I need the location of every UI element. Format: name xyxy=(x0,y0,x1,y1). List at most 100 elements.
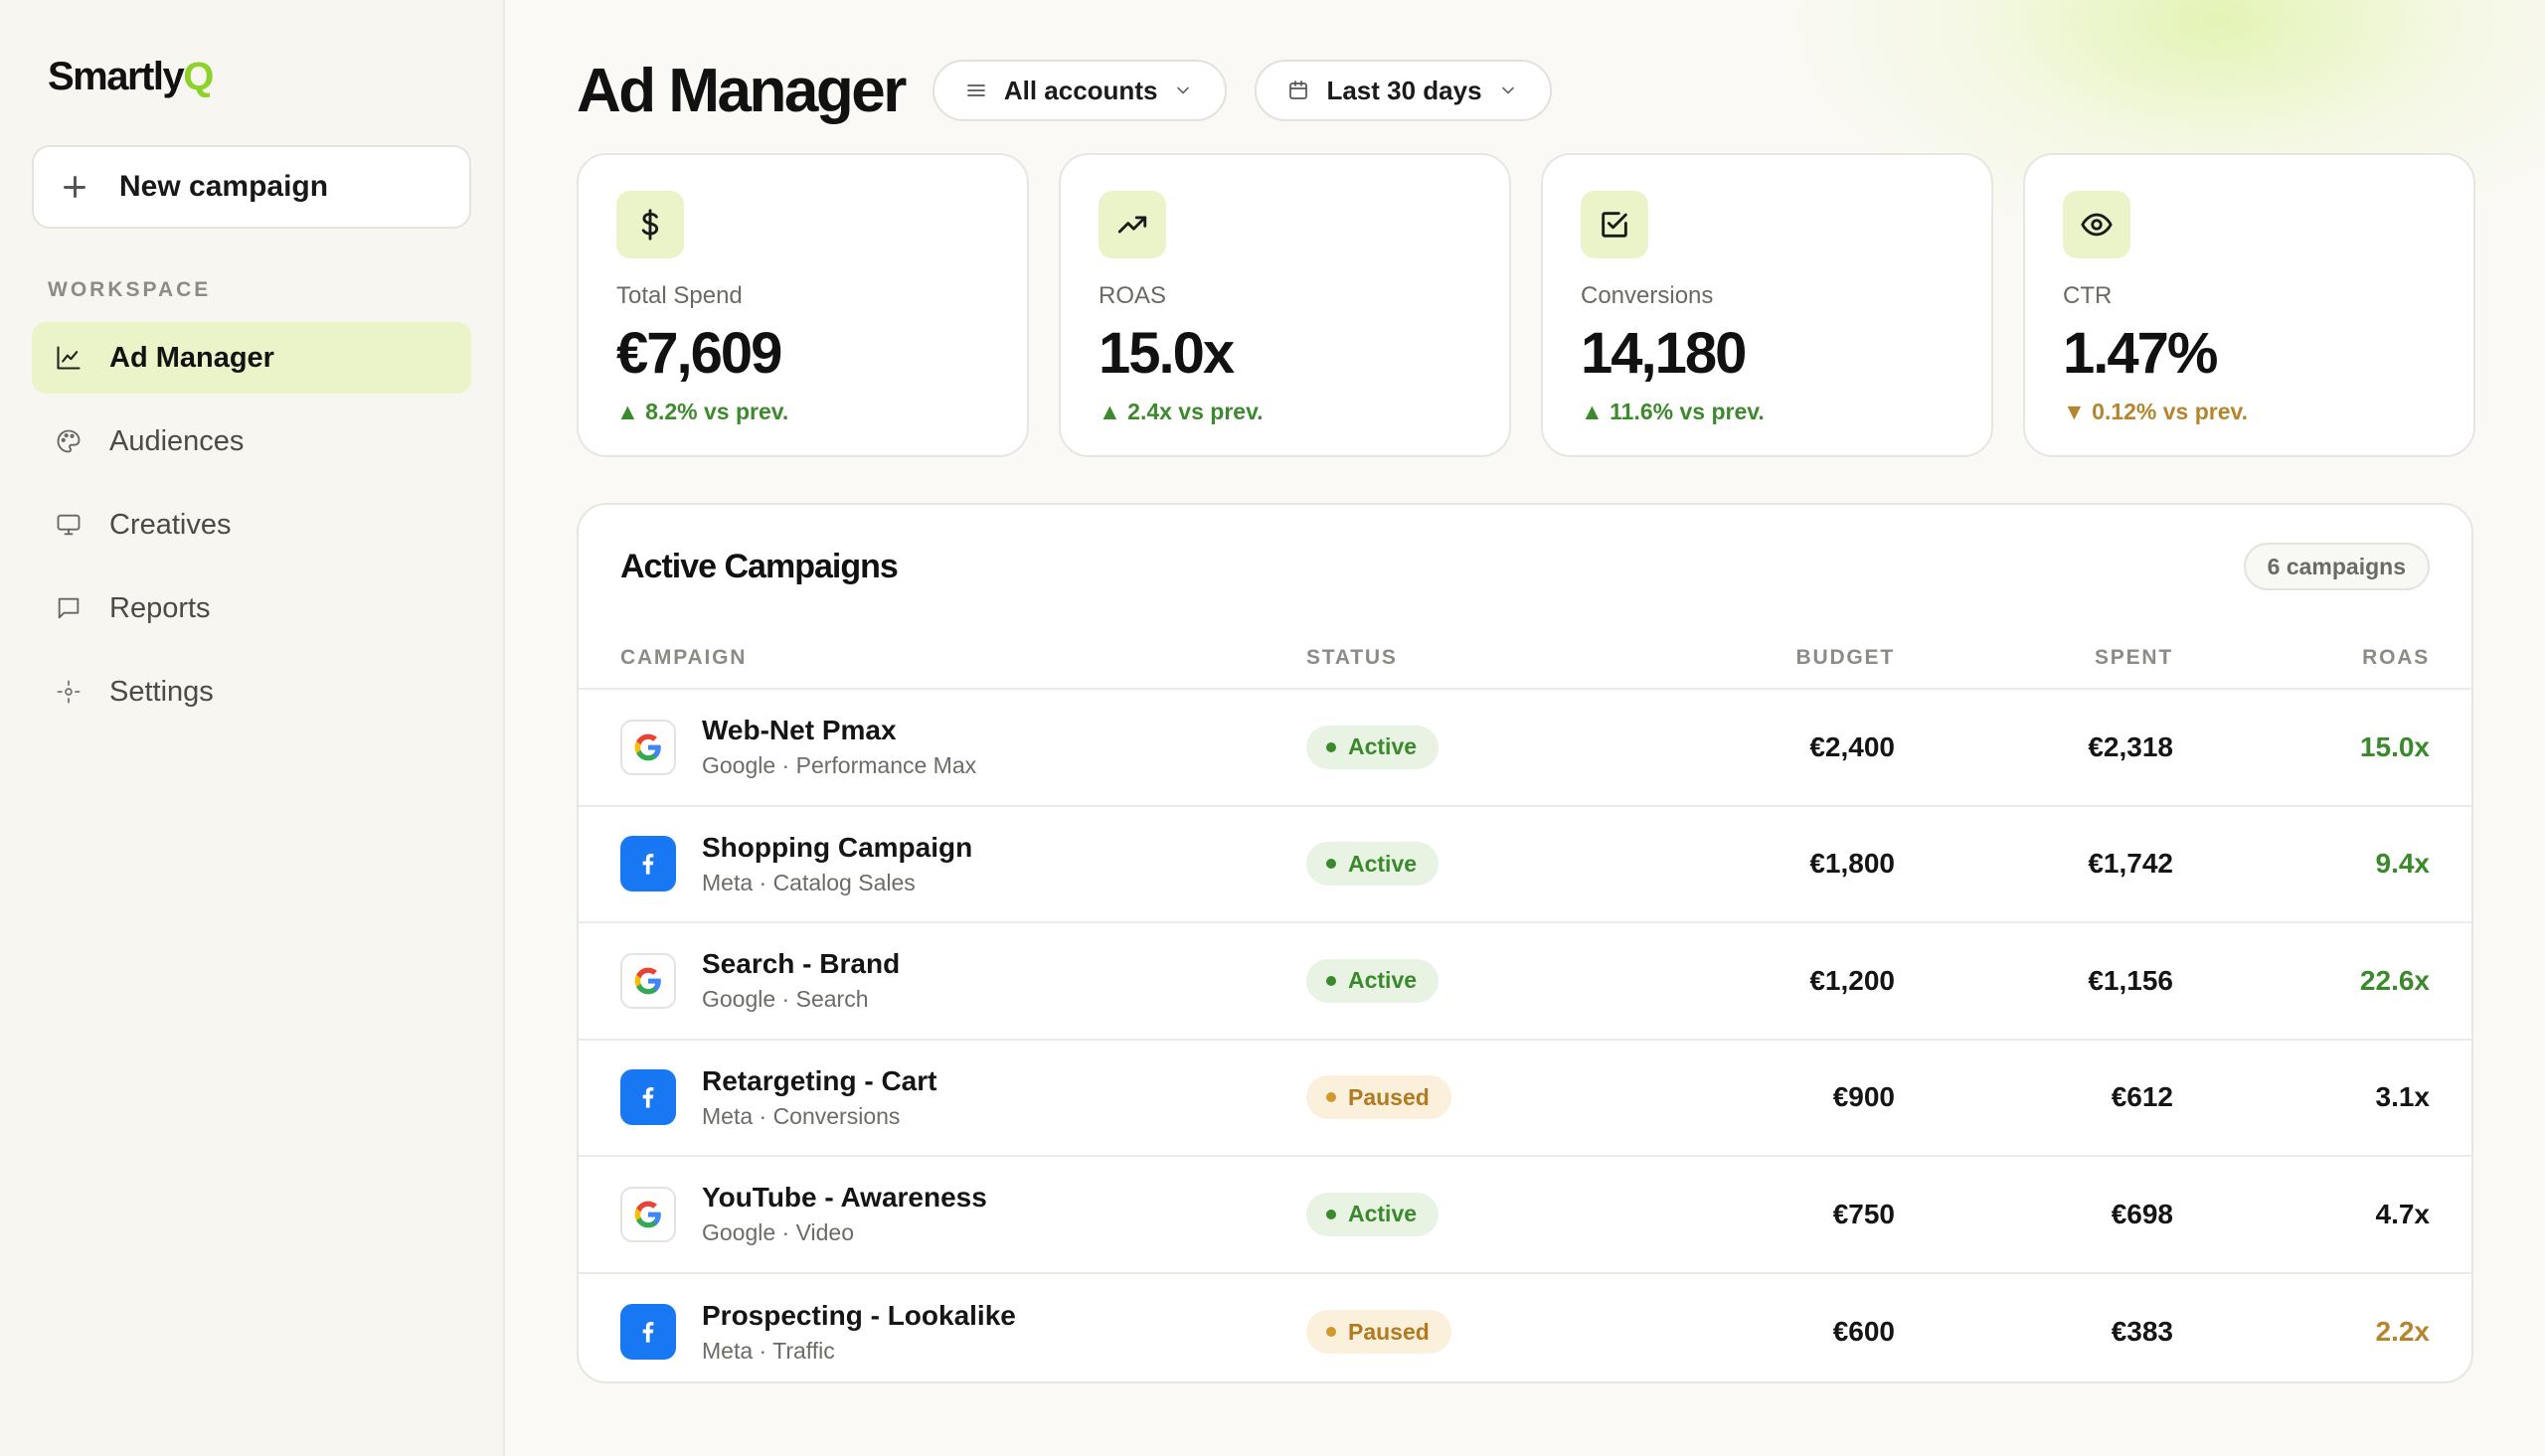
spent-cell: €2,318 xyxy=(2088,730,2173,762)
status-cell: Active xyxy=(1306,958,1644,1003)
table-row[interactable]: Shopping Campaign Meta · Catalog Sales A… xyxy=(579,807,2471,923)
facebook-logo-icon xyxy=(620,836,676,892)
brand-accent-letter: Q xyxy=(183,55,214,98)
status-dot xyxy=(1326,1092,1336,1103)
budget-cell: €750 xyxy=(1832,1198,1895,1229)
sidebar-item-label: Creatives xyxy=(109,508,232,541)
campaign-subtitle: Google · Video xyxy=(702,1219,855,1246)
campaign-subtitle: Meta · Traffic xyxy=(702,1337,835,1364)
filter-lines-icon xyxy=(964,78,990,103)
status-badge: Active xyxy=(1306,958,1440,1003)
monitor-icon xyxy=(54,510,84,540)
kpi-value: 14,180 xyxy=(1581,321,1747,386)
campaign-cell: Prospecting - Lookalike Meta · Traffic xyxy=(620,1300,1306,1365)
kpi-card-conversions[interactable]: Conversions 14,180 ▲ 11.6% vs prev. xyxy=(1541,153,1993,457)
calendar-icon xyxy=(1286,78,1312,103)
active-campaigns-panel: Active Campaigns 6 campaigns CAMPAIGN ST… xyxy=(577,503,2473,1383)
status-dot xyxy=(1326,741,1336,752)
status-dot xyxy=(1326,1327,1336,1338)
plus-icon xyxy=(64,176,85,198)
status-label: Paused xyxy=(1348,1083,1430,1110)
brand-logo[interactable]: SmartlyQ xyxy=(48,52,471,101)
budget-cell: €2,400 xyxy=(1809,730,1895,762)
table-row[interactable]: Retargeting - Cart Meta · Conversions Pa… xyxy=(579,1041,2471,1157)
status-badge: Active xyxy=(1306,1192,1440,1236)
roas-cell: 4.7x xyxy=(2375,1198,2431,1229)
chevron-down-icon xyxy=(1498,81,1518,100)
sidebar-item-label: Reports xyxy=(109,591,211,624)
table-row[interactable]: YouTube - Awareness Google · Video Activ… xyxy=(579,1157,2471,1274)
spent-cell: €612 xyxy=(2111,1081,2173,1113)
workspace-section-label: WORKSPACE xyxy=(48,278,212,301)
sidebar-item-settings[interactable]: Settings xyxy=(32,656,471,728)
new-campaign-button[interactable]: New campaign xyxy=(32,145,471,229)
campaign-name: Web-Net Pmax xyxy=(702,715,897,746)
status-label: Active xyxy=(1348,733,1418,760)
status-label: Paused xyxy=(1348,1318,1430,1345)
date-range-dropdown[interactable]: Last 30 days xyxy=(1255,60,1552,121)
status-badge: Active xyxy=(1306,725,1440,769)
column-header-campaign[interactable]: CAMPAIGN xyxy=(620,646,1306,670)
sidebar-nav: Ad Manager Audiences Creatives Reports S… xyxy=(32,322,471,728)
status-label: Active xyxy=(1348,1201,1418,1227)
status-badge: Paused xyxy=(1306,1310,1451,1355)
spent-cell: €1,156 xyxy=(2088,964,2173,996)
budget-cell: €600 xyxy=(1832,1316,1895,1348)
roas-cell: 22.6x xyxy=(2359,964,2430,996)
campaigns-count-badge: 6 campaigns xyxy=(2243,543,2430,590)
roas-cell: 9.4x xyxy=(2375,848,2431,880)
table-row[interactable]: Search - Brand Google · Search Active €1… xyxy=(579,923,2471,1041)
status-dot xyxy=(1326,859,1336,870)
status-cell: Active xyxy=(1306,842,1644,887)
table-row[interactable]: Prospecting - Lookalike Meta · Traffic P… xyxy=(579,1274,2471,1382)
kpi-delta: ▲ 8.2% vs prev. xyxy=(616,399,789,424)
column-header-roas[interactable]: ROAS xyxy=(2173,646,2430,670)
roas-cell: 3.1x xyxy=(2375,1081,2431,1113)
kpi-cards: Total Spend €7,609 ▲ 8.2% vs prev. ROAS … xyxy=(577,153,2475,457)
kpi-value: 1.47% xyxy=(2063,321,2218,386)
sidebar-item-reports[interactable]: Reports xyxy=(32,572,471,644)
table-row[interactable]: Web-Net Pmax Google · Performance Max Ac… xyxy=(579,690,2471,807)
status-cell: Paused xyxy=(1306,1075,1644,1120)
status-label: Active xyxy=(1348,850,1418,877)
chart-line-icon xyxy=(54,343,84,373)
campaign-cell: YouTube - Awareness Google · Video xyxy=(620,1182,1306,1246)
google-logo-icon xyxy=(620,1186,676,1242)
page-title: Ad Manager xyxy=(577,56,907,125)
sidebar-item-label: Ad Manager xyxy=(109,341,274,374)
kpi-label: CTR xyxy=(2063,282,2113,309)
kpi-label: Conversions xyxy=(1581,282,1714,309)
campaign-subtitle: Google · Search xyxy=(702,986,869,1013)
status-cell: Active xyxy=(1306,1192,1644,1236)
status-badge: Active xyxy=(1306,842,1440,887)
kpi-card-total-spend[interactable]: Total Spend €7,609 ▲ 8.2% vs prev. xyxy=(577,153,1029,457)
status-cell: Paused xyxy=(1306,1310,1644,1355)
campaign-cell: Retargeting - Cart Meta · Conversions xyxy=(620,1065,1306,1130)
budget-cell: €900 xyxy=(1832,1081,1895,1113)
kpi-card-roas[interactable]: ROAS 15.0x ▲ 2.4x vs prev. xyxy=(1059,153,1511,457)
table-header: CAMPAIGN STATUS BUDGET SPENT ROAS xyxy=(579,628,2471,690)
status-label: Active xyxy=(1348,967,1418,994)
campaign-subtitle: Meta · Conversions xyxy=(702,1102,901,1129)
brand-name: Smartly xyxy=(48,55,185,98)
kpi-label: ROAS xyxy=(1099,282,1167,309)
roas-cell: 2.2x xyxy=(2375,1316,2431,1348)
sidebar-item-label: Settings xyxy=(109,675,214,708)
google-logo-icon xyxy=(620,952,676,1009)
kpi-card-ctr[interactable]: CTR 1.47% ▼ 0.12% vs prev. xyxy=(2023,153,2475,457)
sidebar-item-creatives[interactable]: Creatives xyxy=(32,489,471,561)
campaign-name: Retargeting - Cart xyxy=(702,1064,937,1096)
page-header: Ad Manager All accounts Last 30 days xyxy=(577,56,2475,125)
app-root: SmartlyQ New campaign WORKSPACE Ad Manag… xyxy=(0,0,2545,1456)
kpi-value: 15.0x xyxy=(1099,321,1235,386)
campaign-cell: Shopping Campaign Meta · Catalog Sales xyxy=(620,832,1306,896)
accounts-filter-dropdown[interactable]: All accounts xyxy=(932,60,1228,121)
column-header-status[interactable]: STATUS xyxy=(1306,646,1644,670)
palette-icon xyxy=(54,426,84,456)
sidebar-item-audiences[interactable]: Audiences xyxy=(32,405,471,477)
column-header-budget[interactable]: BUDGET xyxy=(1644,646,1895,670)
kpi-delta: ▲ 11.6% vs prev. xyxy=(1581,399,1765,424)
sidebar-item-ad-manager[interactable]: Ad Manager xyxy=(32,322,471,394)
spent-cell: €698 xyxy=(2111,1198,2173,1229)
column-header-spent[interactable]: SPENT xyxy=(1895,646,2173,670)
